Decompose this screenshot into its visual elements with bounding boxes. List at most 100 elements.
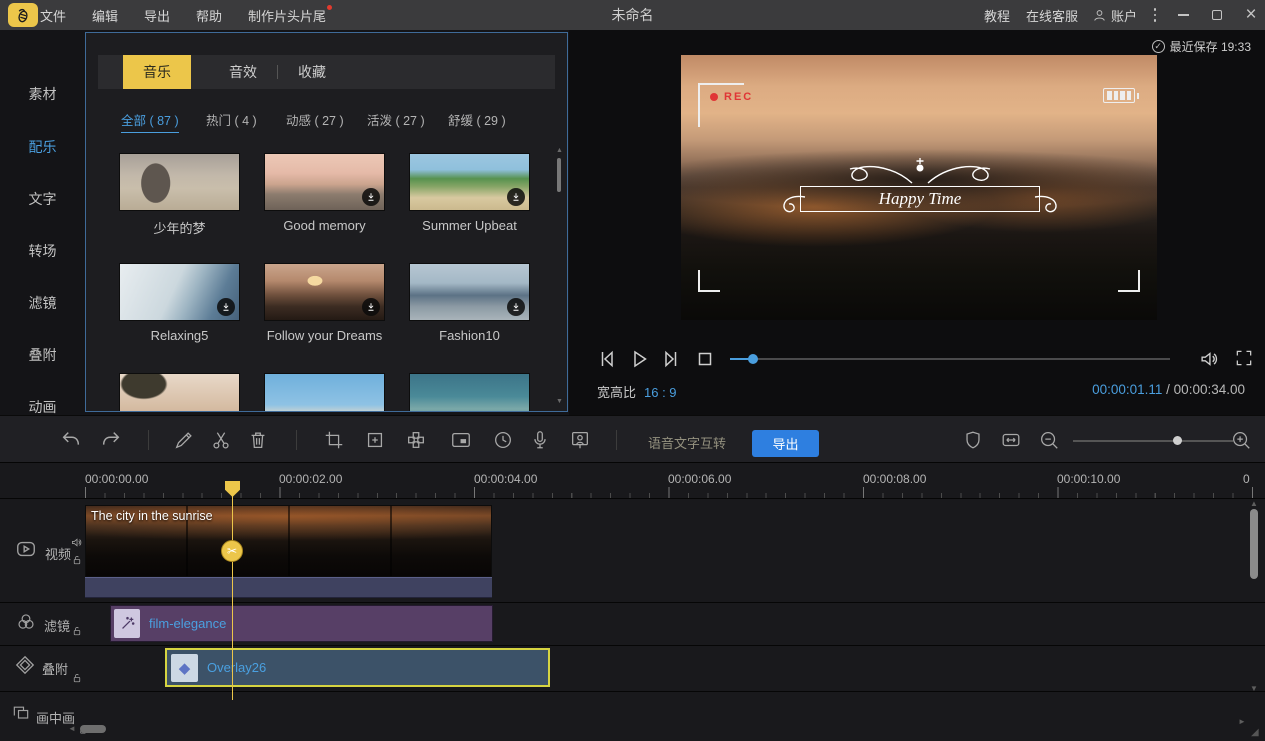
track-mute-speaker-icon[interactable]: [70, 536, 83, 549]
panel-scrollbar-thumb[interactable]: [557, 158, 561, 192]
volume-icon[interactable]: [1198, 348, 1220, 370]
horizontal-scrollbar-thumb[interactable]: [80, 725, 106, 733]
track-lock-icon[interactable]: [71, 554, 83, 566]
sidebar-item-overlay[interactable]: 叠附: [0, 340, 85, 370]
music-item-thumbnail: [264, 373, 385, 412]
music-item[interactable]: Good memory: [264, 153, 385, 233]
speech-text-convert-button[interactable]: 语音文字互转: [648, 433, 726, 452]
category-hot[interactable]: 热门 ( 4 ): [206, 110, 257, 129]
timeline-ruler[interactable]: [85, 487, 1255, 498]
mosaic-icon[interactable]: [405, 429, 427, 451]
hscroll-right-icon[interactable]: ►: [1238, 718, 1246, 726]
zoom-out-icon[interactable]: [1038, 429, 1060, 451]
minimize-button[interactable]: [1168, 0, 1198, 30]
music-item[interactable]: Follow your Dreams: [264, 263, 385, 343]
fit-timeline-icon[interactable]: [1000, 429, 1022, 451]
category-dynamic[interactable]: 动感 ( 27 ): [286, 110, 344, 129]
account-button[interactable]: 账户: [1092, 0, 1137, 30]
progress-handle[interactable]: [748, 354, 758, 364]
tutorial-link[interactable]: 教程: [984, 0, 1010, 30]
category-lively[interactable]: 活泼 ( 27 ): [367, 110, 425, 129]
viewfinder-corner-bottom-left: [698, 270, 720, 292]
sidebar-item-transition[interactable]: 转场: [0, 236, 85, 266]
hscroll-left-icon[interactable]: ◄: [68, 725, 76, 733]
download-icon[interactable]: [362, 188, 380, 206]
video-clip[interactable]: The city in the sunrise: [85, 505, 492, 577]
download-icon[interactable]: [217, 298, 235, 316]
menu-file[interactable]: 文件: [40, 0, 66, 30]
video-preview-frame[interactable]: REC Happy Time: [681, 55, 1157, 320]
music-item[interactable]: Relaxing5: [119, 263, 240, 343]
playhead-scissors-handle[interactable]: ✂: [221, 540, 243, 562]
zoom-in-icon[interactable]: [1230, 429, 1252, 451]
zoom-slider-handle[interactable]: [1173, 436, 1182, 445]
app-logo-icon[interactable]: [8, 3, 38, 27]
redo-icon[interactable]: [100, 429, 122, 451]
vscroll-up-icon[interactable]: ▲: [1250, 500, 1258, 508]
record-voiceover-mic-icon[interactable]: [529, 429, 551, 451]
music-item[interactable]: Summer Upbeat: [409, 153, 530, 233]
progress-track[interactable]: [730, 358, 1170, 360]
vscroll-down-icon[interactable]: ▼: [1250, 685, 1258, 693]
zoom-frame-icon[interactable]: [364, 429, 386, 451]
playhead-line[interactable]: [232, 496, 233, 700]
track-lock-icon[interactable]: [71, 672, 83, 684]
category-soothing[interactable]: 舒缓 ( 29 ): [448, 110, 506, 129]
fullscreen-icon[interactable]: [1234, 348, 1254, 368]
undo-icon[interactable]: [60, 429, 82, 451]
export-button[interactable]: 导出: [752, 430, 819, 457]
sidebar-item-media[interactable]: 素材: [0, 79, 85, 109]
last-saved-label: 最近保存 19:33: [1170, 38, 1251, 55]
menu-edit[interactable]: 编辑: [92, 0, 118, 30]
menu-export[interactable]: 导出: [144, 0, 170, 30]
delete-trash-icon[interactable]: [247, 429, 269, 451]
download-icon[interactable]: [362, 298, 380, 316]
menu-intro-outro[interactable]: 制作片头片尾: [248, 0, 326, 30]
next-frame-button[interactable]: [659, 347, 683, 371]
zoom-slider-track[interactable]: [1073, 440, 1233, 442]
music-item[interactable]: [119, 373, 240, 412]
timeline-zoom-slider[interactable]: [1073, 439, 1233, 442]
music-item[interactable]: 少年的梦: [119, 153, 240, 237]
picture-in-picture-icon[interactable]: [450, 429, 472, 451]
panel-scrollbar[interactable]: ▲ ▼: [556, 151, 562, 401]
duration-clock-icon[interactable]: [492, 429, 514, 451]
menu-help[interactable]: 帮助: [196, 0, 222, 30]
music-item[interactable]: Fashion10: [409, 263, 530, 343]
video-clip-audio-strip[interactable]: [85, 577, 492, 598]
playback-progress-slider[interactable]: [730, 357, 1170, 361]
rec-dot-icon: [710, 93, 718, 101]
sidebar-item-filter[interactable]: 滤镜: [0, 288, 85, 318]
close-button[interactable]: ×: [1236, 0, 1265, 30]
download-icon[interactable]: [507, 298, 525, 316]
vertical-scrollbar-thumb[interactable]: [1250, 509, 1258, 579]
edit-icon[interactable]: [173, 429, 195, 451]
support-link[interactable]: 在线客服: [1026, 0, 1078, 30]
tab-sound-effects[interactable]: 音效: [209, 55, 277, 89]
scroll-down-icon[interactable]: ▼: [556, 398, 563, 405]
overlay-clip[interactable]: ◆ Overlay26: [165, 648, 550, 687]
crop-icon[interactable]: [323, 429, 345, 451]
maximize-button[interactable]: [1202, 0, 1232, 30]
sidebar-item-music[interactable]: 配乐: [0, 132, 85, 162]
download-icon[interactable]: [507, 188, 525, 206]
music-item[interactable]: [264, 373, 385, 412]
filter-clip[interactable]: film-elegance: [110, 605, 493, 642]
freeze-frame-icon[interactable]: [569, 429, 591, 451]
resize-grip-icon[interactable]: ◢: [1251, 727, 1259, 738]
marker-shield-icon[interactable]: [962, 429, 984, 451]
split-scissors-icon[interactable]: [210, 429, 232, 451]
tab-favorites[interactable]: 收藏: [278, 55, 346, 89]
stop-button[interactable]: [693, 347, 717, 371]
play-button[interactable]: [627, 347, 651, 371]
category-all[interactable]: 全部 ( 87 ): [121, 110, 179, 133]
sidebar-item-text[interactable]: 文字: [0, 184, 85, 214]
aspect-ratio[interactable]: 宽高比16 : 9: [597, 382, 677, 401]
previous-frame-button[interactable]: [595, 347, 619, 371]
track-lock-icon[interactable]: [71, 625, 83, 637]
music-item[interactable]: [409, 373, 530, 412]
scroll-up-icon[interactable]: ▲: [556, 147, 563, 154]
current-time: 00:00:01.11: [1092, 382, 1162, 397]
tab-music[interactable]: 音乐: [123, 55, 191, 89]
more-menu-icon[interactable]: [1140, 0, 1170, 30]
